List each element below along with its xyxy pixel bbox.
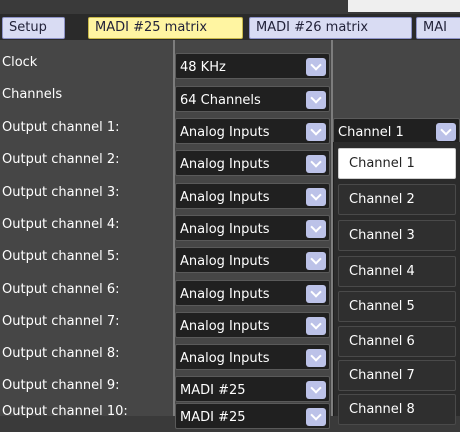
tab-setup[interactable]: Setup (2, 17, 65, 39)
chevron-down-icon[interactable] (306, 285, 326, 303)
output-channel-10-label: Output channel 10: (2, 404, 128, 419)
output-channel-6-label: Output channel 6: (2, 282, 120, 297)
output-channel-6-source-select[interactable]: Analog Inputs (175, 280, 330, 306)
output-channel-1-source-select[interactable]: Analog Inputs (175, 118, 330, 144)
window-corner (348, 0, 460, 12)
output-channel-5-source-select[interactable]: Analog Inputs (175, 247, 330, 273)
output-channel-1-channel-select[interactable]: Channel 1 (333, 118, 460, 144)
dropdown-option-channel-4[interactable]: Channel 4 (338, 256, 456, 287)
chevron-down-icon[interactable] (306, 349, 326, 367)
output-channel-3-source-select[interactable]: Analog Inputs (175, 183, 330, 209)
dropdown-option-channel-2[interactable]: Channel 2 (338, 184, 456, 215)
output-channel-4-label: Output channel 4: (2, 217, 120, 232)
output-channel-7-source-select[interactable]: Analog Inputs (175, 312, 330, 338)
tab-madi-partial[interactable]: MAI (416, 17, 460, 39)
chevron-down-icon[interactable] (306, 220, 326, 238)
dropdown-option-channel-1[interactable]: Channel 1 (338, 148, 456, 179)
tab-madi-26-matrix[interactable]: MADI #26 matrix (249, 17, 412, 39)
dropdown-option-channel-5[interactable]: Channel 5 (338, 291, 456, 322)
chevron-down-icon[interactable] (306, 408, 326, 426)
output-channel-8-source-select[interactable]: Analog Inputs (175, 344, 330, 370)
dropdown-option-channel-7[interactable]: Channel 7 (338, 360, 456, 391)
channels-label: Channels (2, 87, 63, 102)
output-channel-2-label: Output channel 2: (2, 152, 120, 167)
output-channel-7-label: Output channel 7: (2, 314, 120, 329)
chevron-down-icon[interactable] (306, 381, 326, 399)
output-channel-2-source-select[interactable]: Analog Inputs (175, 150, 330, 176)
chevron-down-icon[interactable] (306, 188, 326, 206)
chevron-down-icon[interactable] (306, 91, 326, 109)
output-channel-4-source-select[interactable]: Analog Inputs (175, 215, 330, 241)
output-channel-3-label: Output channel 3: (2, 185, 120, 200)
output-channel-10-source-select[interactable]: MADI #25 (175, 403, 330, 429)
chevron-down-icon[interactable] (306, 58, 326, 76)
dropdown-option-channel-3[interactable]: Channel 3 (338, 220, 456, 251)
clock-select[interactable]: 48 KHz (175, 53, 330, 79)
chevron-down-icon[interactable] (436, 123, 456, 141)
tab-bar: Setup MADI #25 matrix MADI #26 matrix MA… (0, 14, 460, 40)
chevron-down-icon[interactable] (306, 155, 326, 173)
chevron-down-icon[interactable] (306, 252, 326, 270)
chevron-down-icon[interactable] (306, 317, 326, 335)
dropdown-option-channel-6[interactable]: Channel 6 (338, 326, 456, 357)
output-channel-9-label: Output channel 9: (2, 378, 120, 393)
output-channel-5-label: Output channel 5: (2, 249, 120, 264)
output-channel-8-label: Output channel 8: (2, 346, 120, 361)
output-channel-9-source-select[interactable]: MADI #25 (175, 376, 330, 402)
clock-label: Clock (2, 55, 38, 70)
chevron-down-icon[interactable] (306, 123, 326, 141)
dropdown-option-channel-8[interactable]: Channel 8 (338, 394, 456, 425)
channels-select[interactable]: 64 Channels (175, 86, 330, 112)
output-channel-1-label: Output channel 1: (2, 120, 120, 135)
channel-dropdown-list: Channel 1 Channel 2 Channel 3 Channel 4 … (333, 142, 460, 425)
tab-madi-25-matrix[interactable]: MADI #25 matrix (88, 17, 243, 39)
